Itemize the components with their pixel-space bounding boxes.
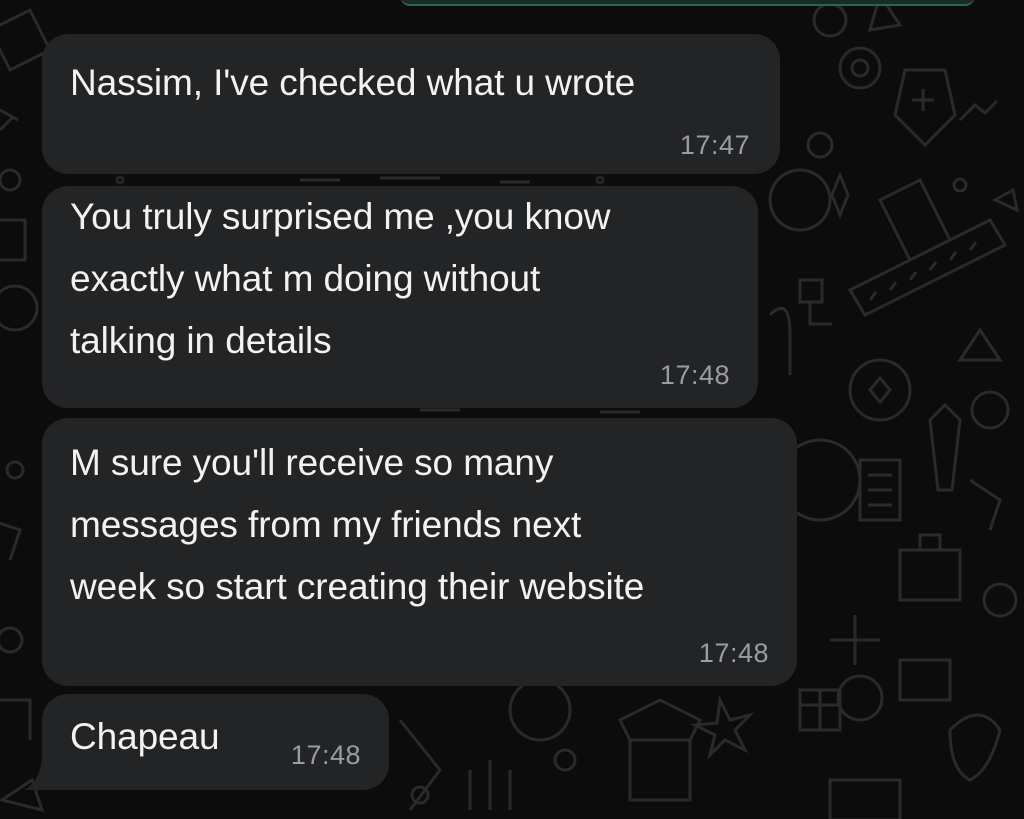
message-line: talking in details	[70, 320, 332, 361]
message-bubble[interactable]: M sure you'll receive so many messages f…	[42, 418, 797, 686]
message-line: M sure you'll receive so many	[70, 442, 554, 483]
message-line: Nassim, I've checked what u wrote	[70, 62, 636, 103]
message-line: Chapeau	[70, 716, 220, 757]
message-timestamp: 17:48	[659, 360, 730, 390]
message-line: messages from my friends next	[70, 504, 582, 545]
message-line: exactly what m doing without	[70, 258, 541, 299]
top-accent-bar	[400, 0, 975, 6]
message-bubble[interactable]: Chapeau 17:48	[42, 694, 389, 790]
message-text: Nassim, I've checked what u wrote	[70, 52, 635, 114]
message-text: M sure you'll receive so many messages f…	[70, 432, 644, 618]
message-line: You truly surprised me ,you know	[70, 196, 611, 237]
chat-view: Nassim, I've checked what u wrote 17:47 …	[0, 0, 1024, 819]
message-timestamp: 17:48	[698, 638, 769, 668]
message-line: week so start creating their website	[70, 566, 645, 607]
message-timestamp: 17:47	[679, 130, 750, 160]
message-bubble[interactable]: Nassim, I've checked what u wrote 17:47	[42, 34, 780, 174]
message-text: You truly surprised me ,you know exactly…	[70, 186, 611, 372]
message-text: Chapeau	[70, 706, 220, 768]
message-bubble[interactable]: You truly surprised me ,you know exactly…	[42, 186, 758, 408]
message-timestamp: 17:48	[290, 740, 361, 770]
